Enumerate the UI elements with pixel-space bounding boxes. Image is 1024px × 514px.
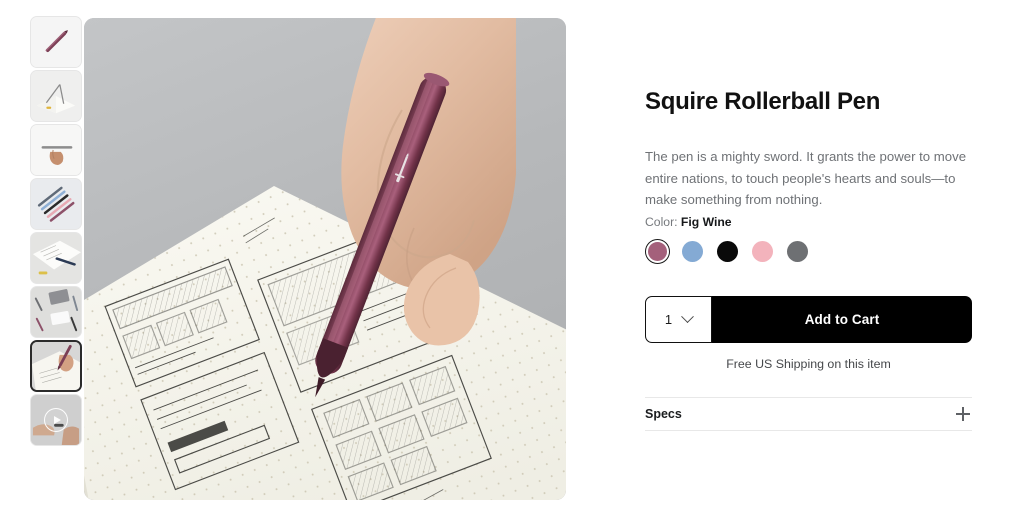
- thumbnail-hand-pen-art: [31, 125, 81, 175]
- main-product-image[interactable]: [84, 18, 566, 500]
- page-title: Squire Rollerball Pen: [645, 88, 881, 115]
- thumbnail-desk-notebook[interactable]: [30, 232, 82, 284]
- thumbnail-sketchbook-art: [31, 71, 81, 121]
- specs-label: Specs: [645, 407, 682, 421]
- add-to-cart-button[interactable]: Add to Cart: [712, 296, 972, 343]
- thumbnail-pen-colors[interactable]: [30, 178, 82, 230]
- selected-color-name: Fig Wine: [680, 215, 732, 229]
- thumbnail-pen-colors-art: [31, 179, 81, 229]
- color-swatch-blush-pink-dot: [752, 241, 773, 262]
- chevron-down-icon: [681, 310, 694, 324]
- main-product-image-art: [84, 18, 566, 500]
- thumbnail-desk-notebook-art: [31, 233, 81, 283]
- thumbnail-flatlay-art: [31, 287, 81, 337]
- thumbnail-pen-diagonal[interactable]: [30, 16, 82, 68]
- color-swatch-fig-wine[interactable]: [645, 239, 670, 264]
- color-swatch-steel-blue[interactable]: [680, 239, 705, 264]
- thumbnail-pen-diagonal-art: [31, 17, 81, 67]
- play-icon[interactable]: [44, 408, 68, 432]
- color-swatch-blush-pink[interactable]: [750, 239, 775, 264]
- play-triangle: [53, 416, 61, 424]
- specs-accordion[interactable]: Specs: [645, 397, 972, 431]
- shipping-note: Free US Shipping on this item: [726, 357, 891, 371]
- color-swatch-fig-wine-dot: [648, 242, 667, 261]
- color-swatch-black-dot: [717, 241, 738, 262]
- thumbnail-writing[interactable]: [30, 340, 82, 392]
- thumbnail-video[interactable]: [30, 394, 82, 446]
- thumbnail-writing-art: [32, 342, 80, 390]
- thumbnail-hand-pen[interactable]: [30, 124, 82, 176]
- product-detail-page: Squire Rollerball Pen The pen is a might…: [0, 0, 1024, 514]
- color-swatch-graphite-gray[interactable]: [785, 239, 810, 264]
- product-info-panel: Squire Rollerball Pen The pen is a might…: [645, 0, 972, 514]
- quantity-value: 1: [664, 312, 673, 327]
- quantity-stepper[interactable]: 1: [645, 296, 712, 343]
- color-swatch-black[interactable]: [715, 239, 740, 264]
- thumbnail-flatlay[interactable]: [30, 286, 82, 338]
- gallery-thumbnail-rail: [30, 16, 82, 447]
- purchase-row: 1 Add to Cart: [645, 296, 972, 343]
- color-label: Color:: [645, 215, 678, 229]
- color-swatch-group: [645, 239, 810, 264]
- thumbnail-sketchbook[interactable]: [30, 70, 82, 122]
- product-description: The pen is a mighty sword. It grants the…: [645, 149, 967, 207]
- color-label-row: Color: Fig Wine: [645, 215, 732, 229]
- color-swatch-steel-blue-dot: [682, 241, 703, 262]
- plus-icon[interactable]: [956, 407, 970, 421]
- color-swatch-graphite-gray-dot: [787, 241, 808, 262]
